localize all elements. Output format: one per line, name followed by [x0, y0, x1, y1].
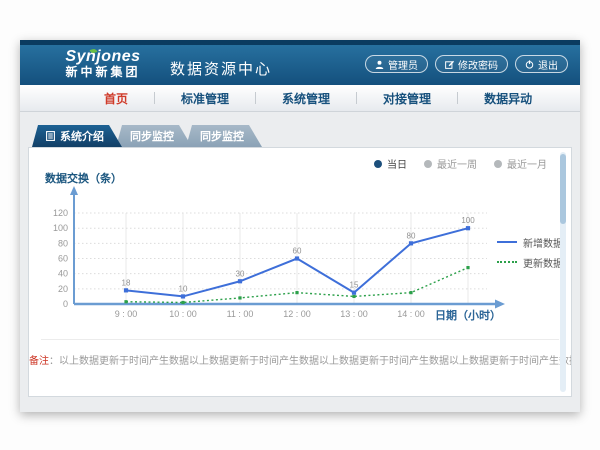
power-icon: [525, 60, 534, 69]
x-axis-title: 日期（小时）: [435, 308, 501, 322]
radio-dot-icon: [374, 160, 382, 168]
legend-label: 新增数据: [523, 235, 563, 250]
page-background: Synjones 新中新集团 数据资源中心 管理员修改密码退出 首页标准管理系统…: [0, 0, 600, 450]
svg-text:120: 120: [53, 208, 68, 218]
svg-text:14 : 00: 14 : 00: [397, 309, 425, 319]
svg-text:13 : 00: 13 : 00: [340, 309, 368, 319]
svg-text:100: 100: [53, 223, 68, 233]
legend-line-sample: [497, 261, 517, 263]
svg-text:100: 100: [461, 216, 475, 225]
svg-text:80: 80: [407, 231, 416, 240]
svg-text:18: 18: [122, 278, 131, 287]
scrollbar-thumb[interactable]: [560, 154, 566, 224]
tab-label: 同步监控: [200, 128, 244, 144]
radio-dot-icon: [494, 160, 502, 168]
chart-panel: 当日最近一周最近一月 2040608010012009 : 0010 : 001…: [28, 147, 572, 397]
svg-text:10: 10: [179, 284, 188, 293]
svg-text:0: 0: [63, 299, 68, 309]
brand-logo: Synjones 新中新集团: [48, 48, 158, 80]
user-button-user[interactable]: 管理员: [365, 55, 428, 73]
footnote-prefix: 备注: [29, 356, 49, 367]
nav-item-1[interactable]: 标准管理: [155, 90, 255, 107]
page-title: 数据资源中心: [170, 58, 272, 79]
nav-item-3[interactable]: 对接管理: [357, 90, 457, 107]
app-window: Synjones 新中新集团 数据资源中心 管理员修改密码退出 首页标准管理系统…: [20, 40, 580, 412]
tab-1[interactable]: 同步监控: [116, 125, 192, 147]
svg-text:15: 15: [350, 281, 359, 290]
svg-text:11 : 00: 11 : 00: [227, 309, 254, 319]
legend-line-sample: [497, 241, 517, 243]
svg-text:10 : 00: 10 : 00: [169, 309, 197, 319]
radio-dot-icon: [424, 160, 432, 168]
tab-label: 系统介绍: [60, 128, 104, 144]
user-actions: 管理员 修改密码 退出: [365, 55, 568, 73]
y-axis-title: 数据交换（条）: [45, 171, 122, 185]
tab-bar: 系统介绍 同步监控 同步监控: [32, 125, 256, 147]
brand-name-en: Synjones: [48, 48, 158, 65]
nav-item-2[interactable]: 系统管理: [256, 90, 356, 107]
document-icon: [46, 131, 55, 141]
footnote: 备注：以上数据更新于时间产生数据以上数据更新于时间产生数据以上数据更新于时间产生…: [29, 352, 571, 367]
app-header: Synjones 新中新集团 数据资源中心 管理员 修改密码 退出: [20, 45, 580, 85]
user-button-label: 退出: [538, 57, 558, 72]
tab-2[interactable]: 同步监控: [186, 125, 262, 147]
svg-text:12 : 00: 12 : 00: [283, 309, 311, 319]
svg-text:20: 20: [58, 284, 68, 294]
line-chart: 20 40 60 80 100 120 0 9 : 00 10 : 00 11 : 00 12 : …: [29, 168, 573, 328]
main-nav: 首页标准管理系统管理对接管理数据异动: [20, 85, 580, 112]
panel-scrollbar[interactable]: [560, 152, 566, 392]
user-icon: [375, 60, 384, 69]
legend-item-1[interactable]: 更新数据: [497, 252, 563, 272]
brand-name-cn: 新中新集团: [48, 65, 158, 80]
tab-0[interactable]: 系统介绍: [32, 125, 122, 147]
edit-icon: [445, 60, 454, 69]
user-button-label: 修改密码: [458, 57, 498, 72]
user-button-edit[interactable]: 修改密码: [435, 55, 508, 73]
chart-legend: 新增数据更新数据: [497, 232, 563, 272]
user-button-power[interactable]: 退出: [515, 55, 568, 73]
tab-label: 同步监控: [130, 128, 174, 144]
user-button-label: 管理员: [388, 57, 418, 72]
note-divider: [41, 339, 559, 340]
legend-label: 更新数据: [523, 255, 563, 270]
svg-text:60: 60: [58, 254, 68, 264]
nav-item-4[interactable]: 数据异动: [458, 90, 558, 107]
content-area: 系统介绍同步监控同步监控 当日最近一周最近一月 2040608010012009…: [20, 112, 580, 412]
svg-text:60: 60: [293, 247, 302, 256]
footnote-text: ：以上数据更新于时间产生数据以上数据更新于时间产生数据以上数据更新于时间产生数据…: [49, 356, 571, 367]
svg-text:30: 30: [236, 269, 245, 278]
svg-text:80: 80: [58, 238, 68, 248]
svg-text:9 : 00: 9 : 00: [115, 309, 138, 319]
nav-item-0[interactable]: 首页: [78, 90, 154, 107]
svg-text:40: 40: [58, 269, 68, 279]
legend-item-0[interactable]: 新增数据: [497, 232, 563, 252]
